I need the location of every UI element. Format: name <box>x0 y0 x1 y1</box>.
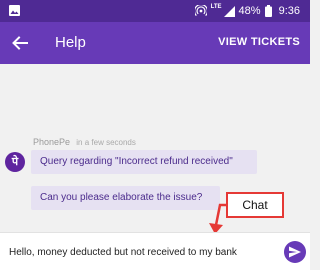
back-arrow-icon[interactable] <box>8 31 32 55</box>
chat-bubble: Query regarding "Incorrect refund receiv… <box>31 150 257 174</box>
sender-name: PhonePe <box>33 137 71 147</box>
message-input[interactable] <box>9 243 277 261</box>
message-composer <box>0 232 310 270</box>
network-type-label: LTE <box>210 4 222 10</box>
view-tickets-button[interactable]: VIEW TICKETS <box>218 36 300 48</box>
chat-bubble-text: Can you please elaborate the issue? <box>40 192 203 203</box>
message-meta: PhonePe in a few seconds <box>33 137 136 147</box>
status-indicators: LTE 48% 9:36 <box>194 3 300 19</box>
app-bar: Help VIEW TICKETS <box>0 22 310 64</box>
callout-arrow-icon <box>209 203 228 234</box>
page-title: Help <box>55 34 86 51</box>
hotspot-icon <box>194 5 207 17</box>
chat-bubble-text: Query regarding "Incorrect refund receiv… <box>40 156 233 167</box>
image-icon <box>9 5 20 16</box>
battery-icon <box>264 5 272 17</box>
status-bar: LTE 48% 9:36 <box>0 0 310 22</box>
message-timestamp: in a few seconds <box>76 138 136 147</box>
callout-label: Chat <box>242 198 268 212</box>
send-button[interactable] <box>284 241 306 263</box>
chat-bubble: Can you please elaborate the issue? <box>31 186 220 210</box>
bot-avatar: पे <box>5 152 25 172</box>
battery-percent: 48% <box>238 5 261 17</box>
send-icon <box>289 246 301 258</box>
clock: 9:36 <box>278 5 300 17</box>
signal-icon <box>223 5 235 17</box>
